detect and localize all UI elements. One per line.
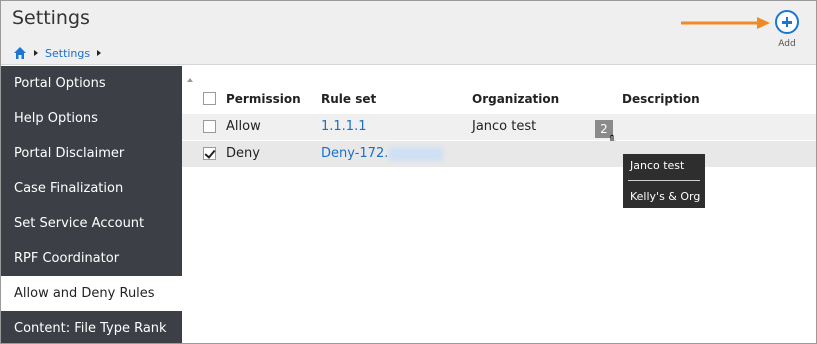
rule-set-cell: Deny-172. (321, 141, 444, 167)
row-checkbox[interactable] (203, 120, 216, 133)
sidebar-item-file-type-rank[interactable]: Content: File Type Rank (1, 311, 182, 343)
breadcrumb-separator-icon (97, 50, 102, 56)
permission-cell: Allow (226, 119, 261, 134)
sidebar-item-allow-deny-rules[interactable]: Allow and Deny Rules (1, 276, 182, 311)
sidebar-item-portal-options[interactable]: Portal Options (1, 66, 182, 101)
page-header: Settings Settings Add (1, 1, 816, 65)
annotation-arrow-icon (681, 17, 770, 29)
select-all-checkbox[interactable] (203, 92, 216, 105)
table-row[interactable]: Deny Deny-172. (182, 141, 816, 167)
rule-set-link[interactable]: 1.1.1.1 (321, 114, 366, 140)
table-header: Permission Rule set Organization Descrip… (182, 86, 816, 112)
sidebar-item-rpf-coordinator[interactable]: RPF Coordinator (1, 241, 182, 276)
rules-panel: Permission Rule set Organization Descrip… (182, 66, 816, 343)
page-title: Settings (12, 7, 90, 29)
column-header-description[interactable]: Description (622, 86, 700, 112)
rule-set-link[interactable]: Deny-172. (321, 146, 388, 161)
breadcrumb: Settings (13, 45, 108, 61)
add-button[interactable] (775, 10, 799, 34)
organization-tooltip: Janco test Kelly's & Org (623, 154, 705, 208)
column-header-organization[interactable]: Organization (472, 86, 559, 112)
breadcrumb-settings-link[interactable]: Settings (45, 47, 90, 60)
tooltip-org-item: Janco test (630, 159, 685, 172)
redacted-text (389, 146, 444, 161)
column-header-rule-set[interactable]: Rule set (321, 86, 376, 112)
row-checkbox[interactable] (203, 147, 216, 160)
add-label: Add (778, 39, 796, 49)
tooltip-org-item: Kelly's & Org (630, 190, 701, 203)
table-row[interactable]: Allow 1.1.1.1 Janco test 2 (182, 114, 816, 157)
sidebar-item-set-service-account[interactable]: Set Service Account (1, 206, 182, 241)
sidebar-item-help-options[interactable]: Help Options (1, 101, 182, 136)
sidebar-item-case-finalization[interactable]: Case Finalization (1, 171, 182, 206)
settings-sidebar: Portal Options Help Options Portal Discl… (1, 66, 182, 343)
add-rule-control[interactable]: Add (771, 10, 803, 49)
tooltip-divider (628, 180, 700, 181)
sidebar-item-portal-disclaimer[interactable]: Portal Disclaimer (1, 136, 182, 171)
scroll-up-icon[interactable] (187, 78, 193, 82)
organization-cell: Janco test (472, 119, 537, 134)
breadcrumb-separator-icon (34, 50, 38, 56)
column-header-permission[interactable]: Permission (226, 86, 301, 112)
home-icon[interactable] (13, 46, 27, 60)
permission-cell: Deny (226, 146, 260, 161)
